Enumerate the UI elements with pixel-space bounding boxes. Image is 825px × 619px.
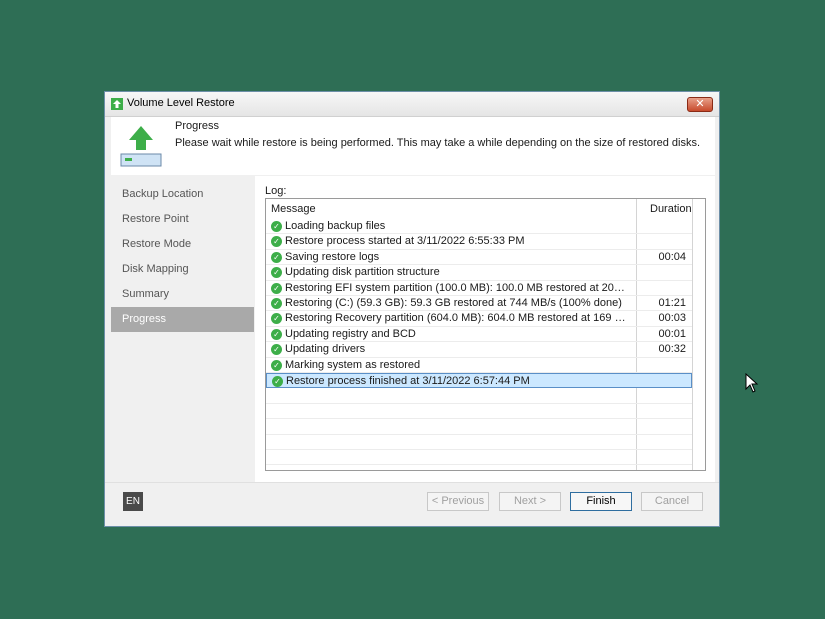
success-check-icon: ✓ xyxy=(271,328,282,340)
close-button[interactable]: ✕ xyxy=(687,97,713,112)
title-bar[interactable]: Volume Level Restore ✕ xyxy=(105,92,719,117)
log-message: Restoring (C:) (59.3 GB): 59.3 GB restor… xyxy=(285,297,622,309)
step-description: Please wait while restore is being perfo… xyxy=(175,137,701,149)
app-icon xyxy=(111,98,123,110)
log-duration: 00:03 xyxy=(658,312,686,325)
step-summary[interactable]: Summary xyxy=(111,282,254,307)
language-indicator[interactable]: EN xyxy=(123,492,143,511)
log-row[interactable]: ✓ Saving restore logs 00:04 xyxy=(266,250,692,266)
column-header-duration[interactable]: Duration xyxy=(650,203,692,215)
success-check-icon: ✓ xyxy=(271,282,282,294)
success-check-icon: ✓ xyxy=(271,344,282,356)
success-check-icon: ✓ xyxy=(271,267,282,279)
mouse-cursor-icon xyxy=(745,373,759,393)
success-check-icon: ✓ xyxy=(271,251,282,263)
column-header-message[interactable]: Message xyxy=(271,203,316,215)
log-row[interactable]: ✓ Restore process finished at 3/11/2022 6… xyxy=(266,373,692,389)
log-row[interactable]: ✓ Updating drivers 00:32 xyxy=(266,342,692,358)
log-message: Marking system as restored xyxy=(285,358,421,371)
step-progress[interactable]: Progress xyxy=(111,307,254,332)
log-duration: 00:04 xyxy=(658,250,686,263)
footer-divider xyxy=(105,482,719,483)
empty-log-row xyxy=(266,435,692,450)
previous-button[interactable]: < Previous xyxy=(427,492,489,511)
success-check-icon: ✓ xyxy=(271,236,282,248)
log-message: Saving restore logs xyxy=(285,250,380,263)
log-row[interactable]: ✓ Restoring Recovery partition (604.0 MB)… xyxy=(266,311,692,327)
log-row[interactable]: ✓ Restoring (C:) (59.3 GB): 59.3 GB resto… xyxy=(266,296,692,312)
empty-log-row xyxy=(266,404,692,420)
log-message: Updating drivers xyxy=(285,343,366,356)
success-check-icon: ✓ xyxy=(271,298,282,309)
log-message: Restoring Recovery partition (604.0 MB):… xyxy=(285,312,630,325)
log-message: Restore process started at 3/11/2022 6:5… xyxy=(285,235,525,248)
log-row[interactable]: ✓ Loading backup files xyxy=(266,219,692,235)
log-row[interactable]: ✓ Updating disk partition structure xyxy=(266,265,692,281)
log-message: Restoring EFI system partition (100.0 MB… xyxy=(285,281,630,294)
cancel-button[interactable]: Cancel xyxy=(641,492,703,511)
close-icon: ✕ xyxy=(695,98,705,110)
step-disk-mapping[interactable]: Disk Mapping xyxy=(111,257,254,282)
empty-log-row xyxy=(266,450,692,466)
step-backup-location[interactable]: Backup Location xyxy=(111,182,254,207)
finish-button[interactable]: Finish xyxy=(570,492,632,511)
log-row[interactable]: ✓ Restore process started at 3/11/2022 6:… xyxy=(266,234,692,250)
log-duration: 01:21 xyxy=(658,297,686,309)
wizard-header: Progress Please wait while restore is be… xyxy=(111,117,715,175)
log-row[interactable]: ✓ Marking system as restored xyxy=(266,358,692,373)
log-message: Updating registry and BCD xyxy=(285,327,416,340)
success-check-icon: ✓ xyxy=(272,376,283,387)
success-check-icon: ✓ xyxy=(271,359,282,371)
empty-log-row xyxy=(266,388,692,404)
log-header: Message Duration xyxy=(266,199,705,219)
log-row[interactable]: ✓ Updating registry and BCD 00:01 xyxy=(266,327,692,343)
log-message: Updating disk partition structure xyxy=(285,266,440,279)
log-message: Loading backup files xyxy=(285,220,386,232)
log-duration: 00:32 xyxy=(658,343,686,356)
wizard-steps: Backup Location Restore Point Restore Mo… xyxy=(111,182,254,332)
empty-log-row xyxy=(266,419,692,435)
log-duration: 00:01 xyxy=(658,327,686,340)
next-button[interactable]: Next > xyxy=(499,492,561,511)
success-check-icon: ✓ xyxy=(271,221,282,232)
step-restore-point[interactable]: Restore Point xyxy=(111,207,254,232)
log-message: Restore process finished at 3/11/2022 6:… xyxy=(286,375,530,387)
column-divider xyxy=(692,199,693,470)
progress-panel: Log: Message Duration ✓ Loading backup fi… xyxy=(255,176,715,482)
log-label: Log: xyxy=(265,185,287,197)
step-restore-mode[interactable]: Restore Mode xyxy=(111,232,254,257)
step-title: Progress xyxy=(175,120,220,132)
restore-arrow-icon xyxy=(120,126,162,167)
success-check-icon: ✓ xyxy=(271,313,282,325)
restore-wizard-window: Volume Level Restore ✕ Progress Please w… xyxy=(104,91,720,527)
window-title: Volume Level Restore xyxy=(127,97,235,109)
log-list[interactable]: Message Duration ✓ Loading backup files ✓ R… xyxy=(265,198,706,471)
log-row[interactable]: ✓ Restoring EFI system partition (100.0 M… xyxy=(266,281,692,296)
